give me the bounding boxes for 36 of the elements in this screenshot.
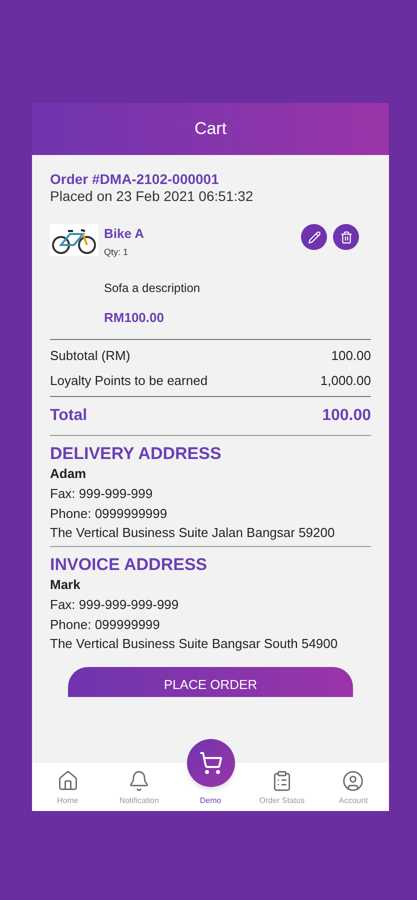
pencil-icon bbox=[308, 230, 320, 244]
contact-name: Mark bbox=[50, 576, 82, 594]
nav-label[interactable]: Home bbox=[57, 795, 78, 807]
nav-label[interactable]: Demo bbox=[200, 795, 222, 807]
place-order-button[interactable]: PLACE ORDER bbox=[68, 667, 353, 697]
address-heading: INVOICE ADDRESS bbox=[50, 555, 208, 575]
trash-icon bbox=[340, 230, 352, 244]
delete-button[interactable] bbox=[333, 224, 359, 250]
nav-label[interactable]: Notification bbox=[119, 795, 159, 807]
street-address: The Vertical Business Suite Jalan Bangsar 59200 bbox=[50, 524, 336, 542]
product-price: RM100.00 bbox=[104, 308, 165, 326]
bell-icon bbox=[128, 770, 150, 792]
order-number: Order #DMA-2102-000001 bbox=[50, 171, 220, 188]
nav-label[interactable]: Account bbox=[338, 795, 368, 807]
header-title: Cart bbox=[194, 118, 227, 140]
fax-number: Fax: 999-999-999-999 bbox=[50, 596, 180, 614]
summary-label: Subtotal (RM) bbox=[50, 347, 130, 365]
order-date: Placed on 23 Feb 2021 06:51:32 bbox=[50, 188, 254, 205]
nav-label[interactable]: Order Status bbox=[259, 795, 305, 807]
edit-button[interactable] bbox=[301, 224, 327, 250]
cart-icon bbox=[198, 751, 223, 775]
phone-number: Phone: 099999999 bbox=[50, 616, 161, 634]
address-heading: DELIVERY ADDRESS bbox=[50, 444, 222, 464]
total-value: 100.00 bbox=[322, 406, 371, 426]
summary-label: Loyalty Points to be earned bbox=[50, 372, 208, 390]
summary-value: 100.00 bbox=[331, 347, 371, 365]
phone-number: Phone: 0999999999 bbox=[50, 505, 168, 523]
product-description: Sofa a description bbox=[104, 280, 202, 296]
cart-fab[interactable] bbox=[186, 739, 235, 787]
user-icon bbox=[342, 770, 364, 792]
fax-number: Fax: 999-999-999 bbox=[50, 485, 154, 503]
summary-value: 1,000.00 bbox=[320, 372, 371, 390]
home-icon bbox=[56, 770, 79, 792]
street-address: The Vertical Business Suite Bangsar South 54900 bbox=[50, 635, 339, 653]
contact-name: Adam bbox=[50, 465, 88, 483]
total-label: Total bbox=[50, 406, 88, 426]
